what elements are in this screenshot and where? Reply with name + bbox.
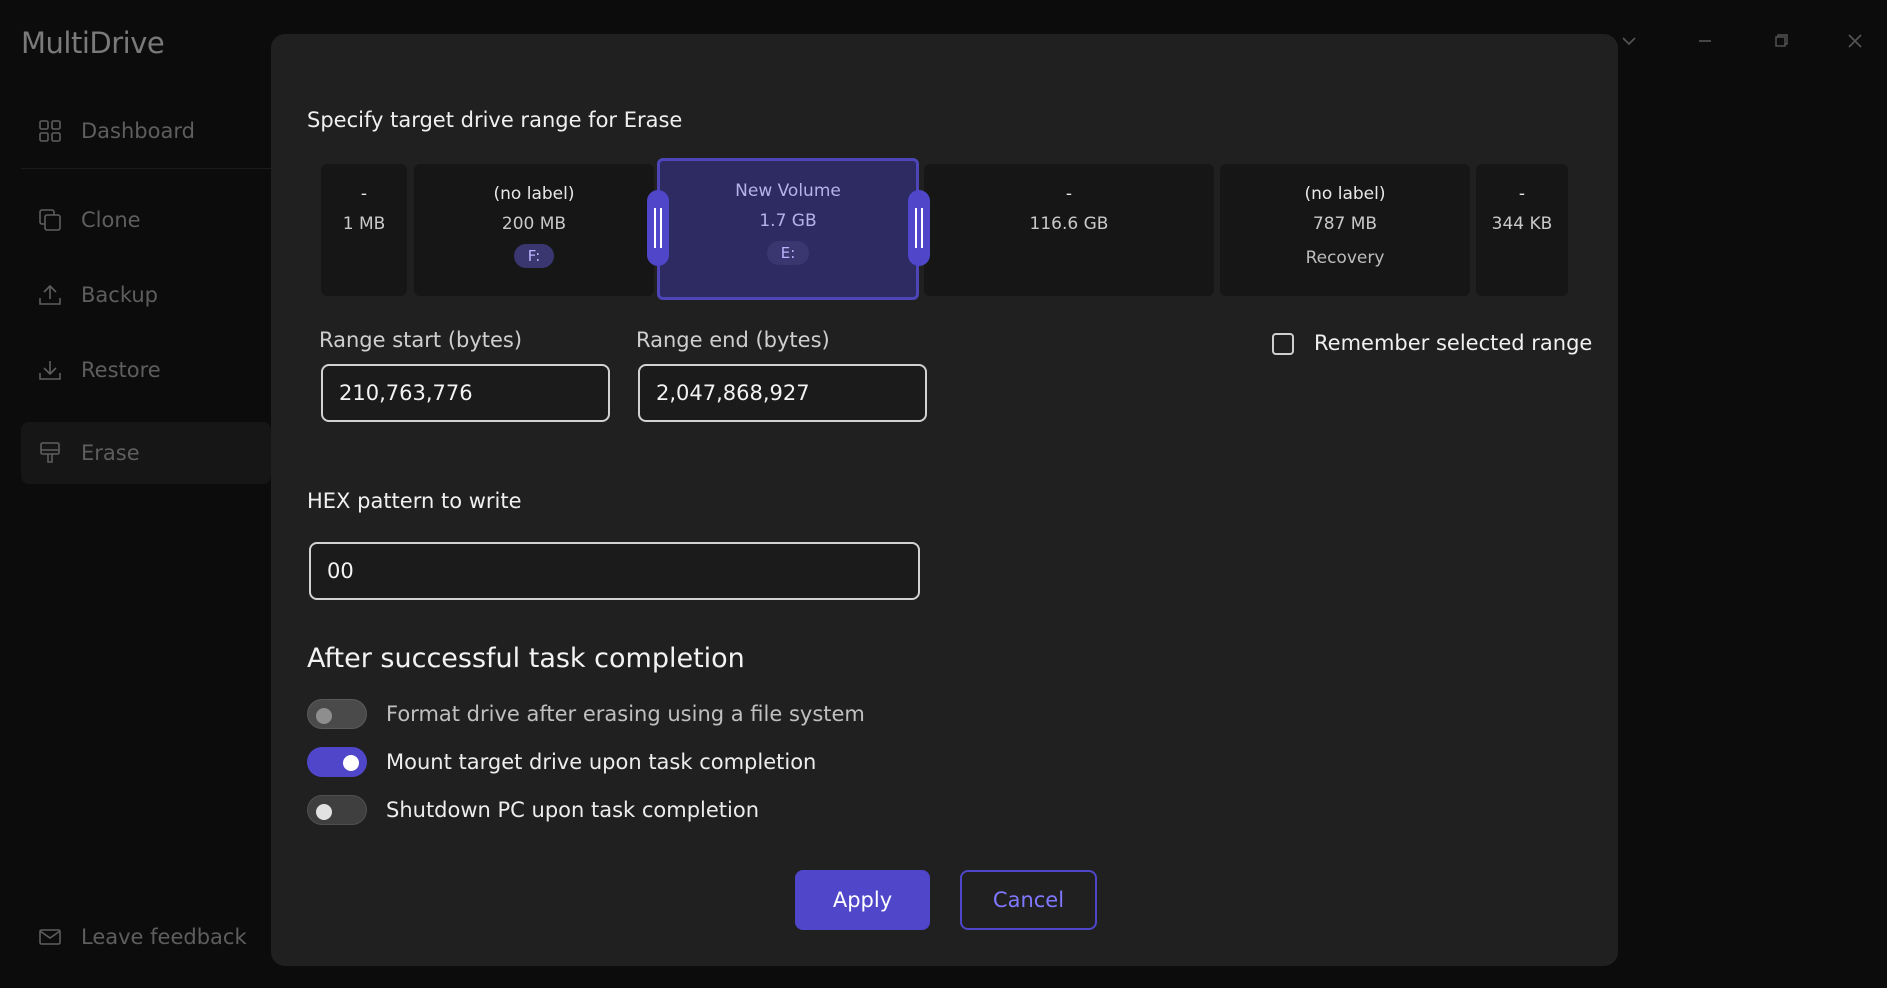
restore-icon — [37, 357, 63, 383]
partition-size: 787 MB — [1312, 214, 1378, 234]
partition-type: Recovery — [1305, 248, 1385, 268]
sidebar-item-label: Restore — [81, 358, 161, 382]
mount-drive-option: Mount target drive upon task completion — [307, 746, 816, 778]
partition-block-selected[interactable]: New Volume 1.7 GB E: — [657, 158, 919, 300]
shutdown-pc-label: Shutdown PC upon task completion — [386, 798, 760, 822]
range-start-label: Range start (bytes) — [319, 328, 523, 352]
format-drive-toggle[interactable] — [307, 699, 367, 729]
dashboard-icon — [37, 118, 63, 144]
mail-icon — [37, 924, 63, 950]
backup-icon — [37, 282, 63, 308]
partition-name: (no label) — [493, 184, 575, 204]
partition-block[interactable]: (no label) 200 MB F: — [414, 164, 654, 296]
partition-name: New Volume — [735, 181, 841, 201]
range-end-input[interactable]: 2,047,868,927 — [638, 364, 927, 422]
clone-icon — [37, 207, 63, 233]
after-completion-title: After successful task completion — [307, 643, 745, 674]
partition-block[interactable]: - 1 MB — [321, 164, 407, 296]
partition-size: 200 MB — [501, 214, 567, 234]
restore-window-icon[interactable] — [1766, 26, 1796, 56]
erase-icon — [37, 440, 63, 466]
partition-name: - — [1518, 184, 1526, 204]
format-drive-option: Format drive after erasing using a file … — [307, 698, 865, 730]
sidebar-item-label: Clone — [81, 208, 141, 232]
partition-name: - — [1065, 184, 1073, 204]
mount-drive-toggle[interactable] — [307, 747, 367, 777]
hex-pattern-input[interactable]: 00 — [309, 542, 920, 600]
remember-range-label: Remember selected range — [1314, 331, 1593, 355]
shutdown-pc-option: Shutdown PC upon task completion — [307, 794, 759, 826]
format-drive-label: Format drive after erasing using a file … — [386, 702, 865, 726]
sidebar-item-backup[interactable]: Backup — [21, 264, 271, 326]
drive-letter-badge: F: — [513, 244, 555, 268]
sidebar-item-label: Erase — [81, 441, 140, 465]
range-start-value: 210,763,776 — [339, 381, 473, 405]
remember-range-checkbox[interactable] — [1272, 333, 1294, 355]
partition-size: 1 MB — [342, 214, 386, 234]
drive-letter-badge: E: — [766, 241, 810, 265]
partition-map: - 1 MB (no label) 200 MB F: New Volume 1… — [321, 158, 1568, 300]
partition-name: - — [360, 184, 368, 204]
app-title: MultiDrive — [21, 26, 165, 60]
range-end-label: Range end (bytes) — [636, 328, 830, 352]
sidebar-item-dashboard[interactable]: Dashboard — [21, 100, 271, 162]
partition-block[interactable]: (no label) 787 MB Recovery — [1220, 164, 1470, 296]
minimize-icon[interactable] — [1690, 26, 1720, 56]
mount-drive-label: Mount target drive upon task completion — [386, 750, 817, 774]
partition-size: 1.7 GB — [759, 211, 817, 231]
feedback-label: Leave feedback — [81, 925, 247, 949]
leave-feedback-link[interactable]: Leave feedback — [21, 906, 271, 968]
sidebar-item-restore[interactable]: Restore — [21, 339, 271, 401]
partition-block[interactable]: - 116.6 GB — [924, 164, 1214, 296]
sidebar-item-erase[interactable]: Erase — [21, 422, 271, 484]
sidebar-item-clone[interactable]: Clone — [21, 189, 271, 251]
partition-size: 344 KB — [1491, 214, 1553, 234]
close-icon[interactable] — [1840, 26, 1870, 56]
divider — [21, 168, 271, 169]
partition-block[interactable]: - 344 KB — [1476, 164, 1568, 296]
range-start-input[interactable]: 210,763,776 — [321, 364, 610, 422]
hex-pattern-value: 00 — [327, 559, 354, 583]
sidebar-item-label: Dashboard — [81, 119, 195, 143]
cancel-button[interactable]: Cancel — [960, 870, 1097, 930]
range-start-handle[interactable] — [647, 190, 669, 266]
range-end-value: 2,047,868,927 — [656, 381, 810, 405]
partition-size: 116.6 GB — [1029, 214, 1109, 234]
shutdown-pc-toggle[interactable] — [307, 795, 367, 825]
partition-name: (no label) — [1304, 184, 1386, 204]
sidebar-item-label: Backup — [81, 283, 158, 307]
apply-button[interactable]: Apply — [795, 870, 930, 930]
chevron-down-icon[interactable] — [1614, 26, 1644, 56]
range-end-handle[interactable] — [908, 190, 930, 266]
erase-range-dialog: Specify target drive range for Erase - 1… — [271, 34, 1618, 966]
hex-pattern-label: HEX pattern to write — [307, 489, 522, 513]
dialog-heading: Specify target drive range for Erase — [307, 108, 683, 132]
